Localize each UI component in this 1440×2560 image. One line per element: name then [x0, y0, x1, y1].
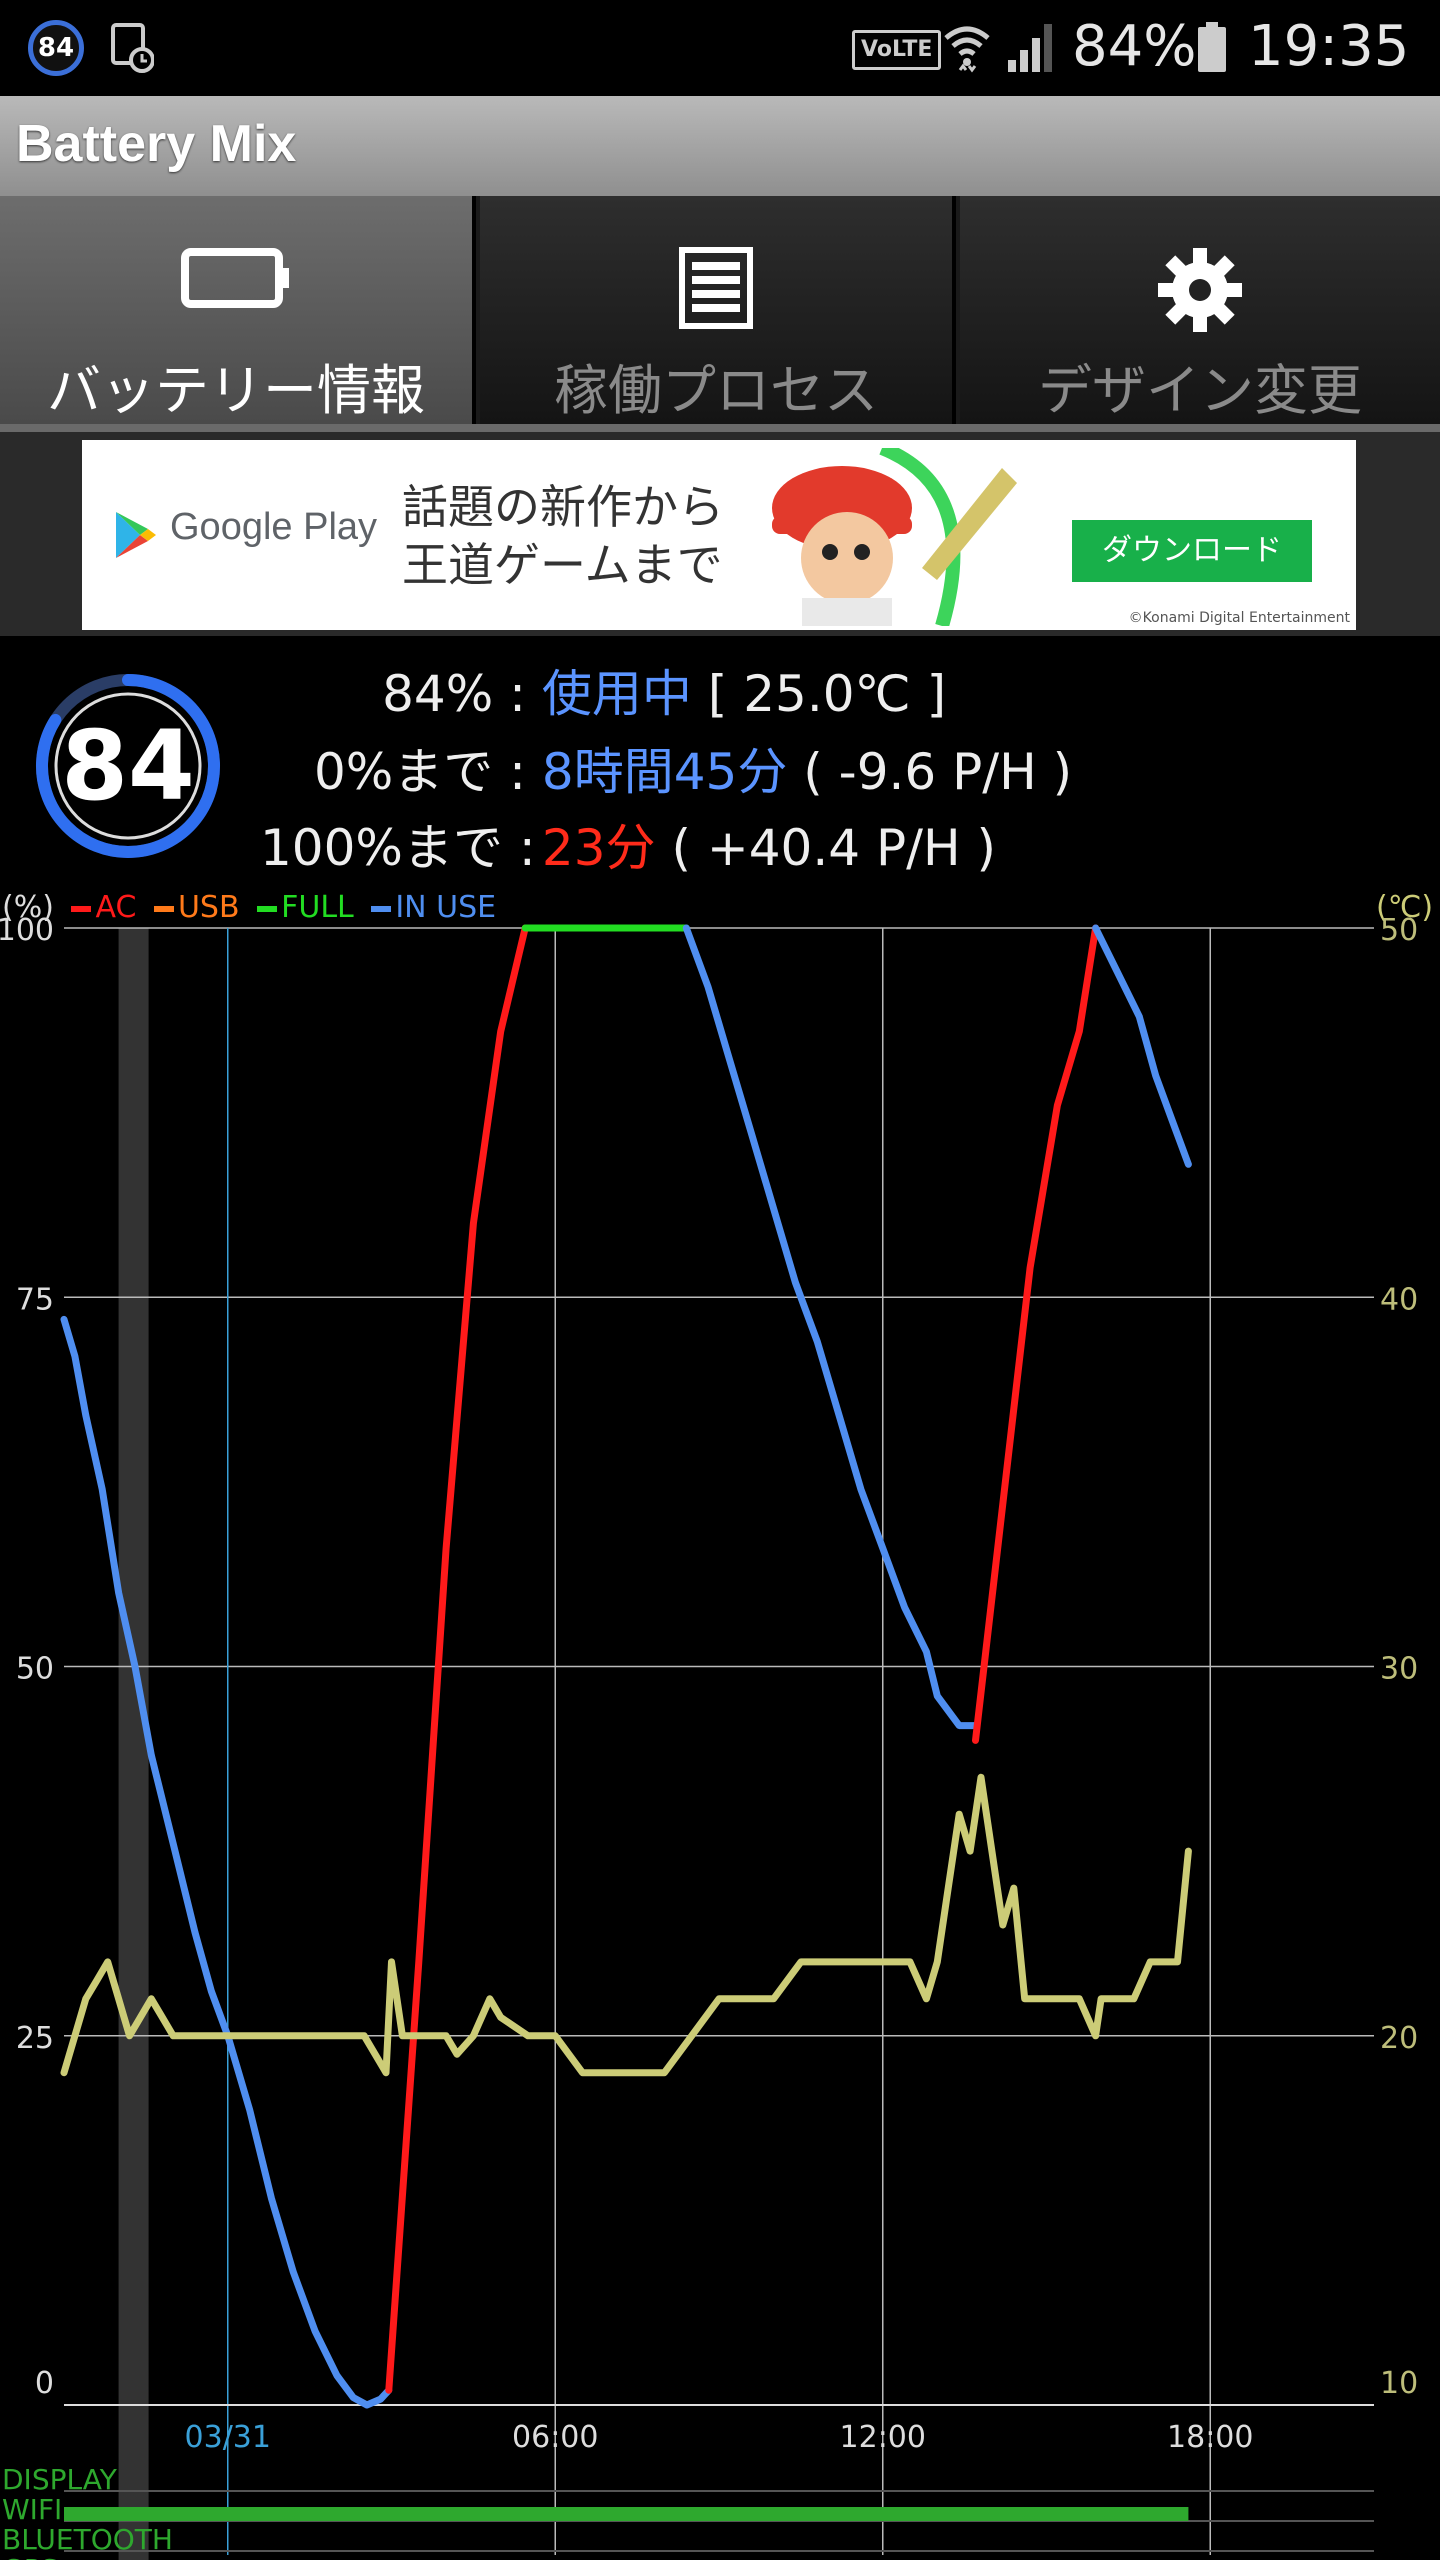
y-tick-label: 25 — [16, 2021, 54, 2056]
list-icon — [679, 247, 753, 329]
battery-icon — [1198, 22, 1226, 72]
ad-copyright: ©Konami Digital Entertainment — [1128, 610, 1350, 626]
y2-tick-label: 20 — [1380, 2021, 1418, 2056]
charge-rate: ( +40.4 P/H ) — [671, 819, 996, 877]
y-tick-label: 50 — [16, 1652, 54, 1687]
tab-divider — [0, 424, 1440, 432]
current-level-label: 84% : — [382, 665, 526, 723]
info-row-to-empty: 0%まで : 8時間45分 ( -9.6 P/H ) — [260, 732, 1072, 804]
tab-design[interactable]: デザイン変更 — [960, 196, 1440, 424]
y2-tick-label: 10 — [1380, 2366, 1418, 2401]
tab-battery-info[interactable]: バッテリー情報 — [0, 196, 476, 424]
time-to-full: 23分 — [541, 819, 656, 877]
y2-tick-label: 30 — [1380, 1652, 1418, 1687]
time-to-empty: 8時間45分 — [541, 743, 788, 801]
series-line-temperature — [60, 1773, 1192, 2077]
ad-copy: 話題の新作から 王道ゲームまで — [402, 478, 724, 594]
wifi-icon — [944, 26, 990, 73]
tab-label: 稼働プロセス — [554, 359, 878, 422]
series-line-in-use — [60, 1315, 393, 2409]
to-full-label: 100%まで : — [260, 819, 536, 877]
to-empty-label: 0%まで : — [313, 743, 526, 801]
ad-headline-line2: 王道ゲームまで — [402, 538, 723, 592]
tab-bar: バッテリー情報 稼働プロセス デザイン変更 — [0, 196, 1440, 432]
series-line-in-use — [682, 924, 979, 1730]
activity-row-label: GPS — [2, 2553, 58, 2560]
battery-mix-notification-icon: 84 — [28, 20, 84, 76]
app-bar: Battery Mix — [0, 96, 1440, 196]
series-line-ac — [972, 924, 1100, 1744]
battery-icon — [181, 248, 289, 308]
series-line-in-use — [1092, 924, 1192, 1168]
battery-level-value: 84 — [61, 710, 195, 822]
tab-processes[interactable]: 稼働プロセス — [480, 196, 956, 424]
activity-row-label: WIFI — [2, 2493, 62, 2526]
battery-history-chart: 100 50 75 40 50 30 25 20 0 10 03/31 06:00 12:00 18:00… — [0, 913, 1418, 2560]
y-tick-label: 0 — [35, 2366, 54, 2401]
tab-label: バッテリー情報 — [47, 359, 425, 422]
y-tick-label: 75 — [16, 1282, 54, 1317]
gear-icon — [1158, 248, 1242, 332]
app-title: Battery Mix — [16, 115, 297, 173]
info-row-to-full: 100%まで : 23分 ( +40.4 P/H ) — [260, 808, 996, 880]
x-tick-label: 12:00 — [840, 2420, 926, 2455]
volte-indicator: VoLTE — [852, 30, 942, 70]
y-tick-label: 100 — [0, 913, 54, 948]
discharge-rate: ( -9.6 P/H ) — [803, 743, 1073, 801]
charging-state: 使用中 — [541, 665, 692, 723]
tab-label: デザイン変更 — [1038, 359, 1362, 422]
cell-signal-icon — [1008, 24, 1052, 72]
x-tick-label: 18:00 — [1167, 2420, 1253, 2455]
y2-tick-label: 40 — [1380, 1282, 1418, 1317]
info-row-current: 84% : 使用中 [ 25.0℃ ] — [260, 654, 946, 726]
x-tick-label: 06:00 — [512, 2420, 598, 2455]
screen-off-period — [118, 928, 149, 2560]
x-tick-label: 03/31 — [185, 2420, 271, 2455]
ad-banner[interactable]: Google Play 話題の新作から 王道ゲームまで ダウンロード ©Kona… — [82, 440, 1356, 630]
battery-temperature: [ 25.0℃ ] — [707, 665, 947, 723]
ad-headline-line1: 話題の新作から — [402, 480, 724, 534]
activity-row-bar — [64, 2507, 1189, 2521]
clock-time: 19:35 — [1248, 14, 1410, 79]
ad-mascot-image — [772, 448, 1017, 626]
download-button[interactable]: ダウンロード — [1072, 520, 1312, 582]
y2-tick-label: 50 — [1380, 913, 1418, 948]
google-play-icon — [116, 512, 156, 558]
google-play-label: Google Play — [170, 506, 378, 548]
series-line-ac — [385, 924, 529, 2394]
status-bar: 84 VoLTE 84% 19:35 — [0, 0, 1440, 96]
calendar-clock-icon — [111, 23, 154, 73]
battery-percent-text: 84% — [1072, 14, 1197, 79]
